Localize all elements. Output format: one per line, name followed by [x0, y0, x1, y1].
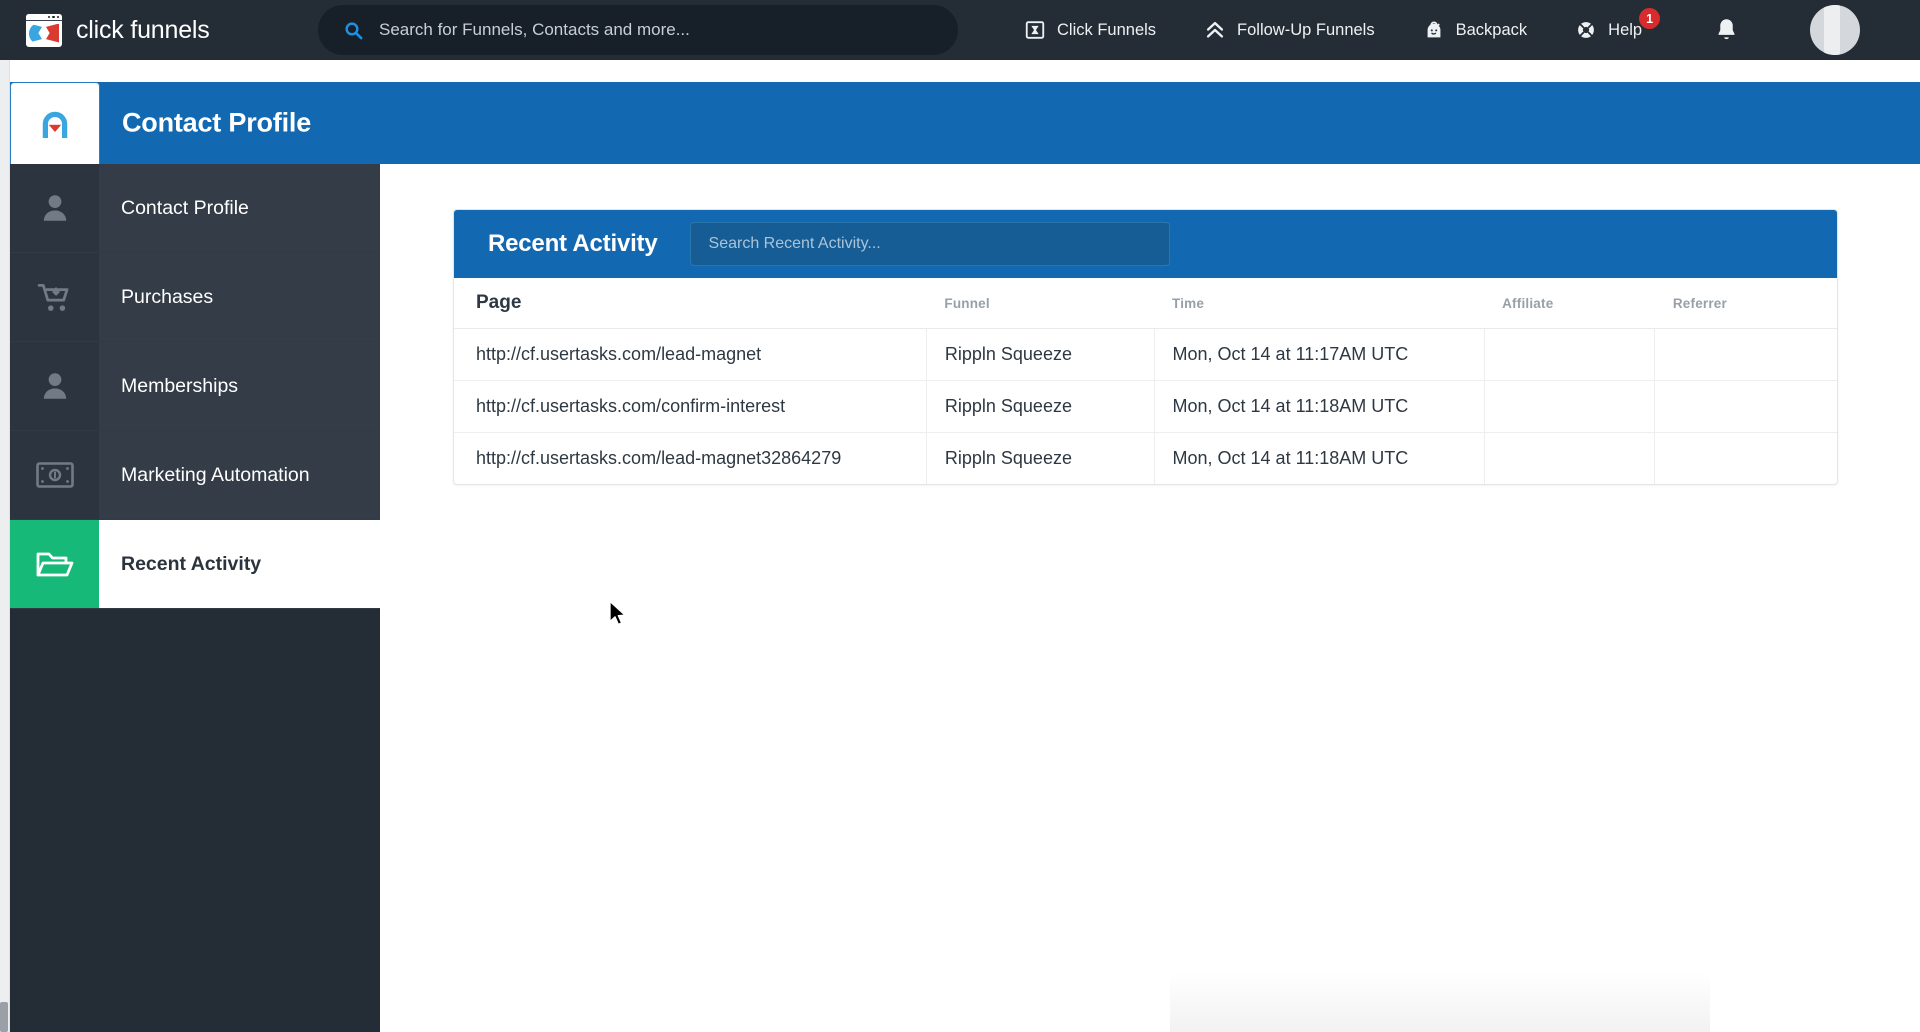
sidebar-item-label: Purchases [121, 285, 214, 308]
sidebar-icon-cell [10, 342, 99, 430]
help-notification-badge: 1 [1639, 8, 1661, 29]
cell-page: http://cf.usertasks.com/lead-magnet32864… [476, 448, 842, 468]
sidebar-icon-cell [10, 253, 99, 341]
sidebar-item-purchases[interactable]: Purchases [10, 253, 380, 342]
sidebar-item-label: Recent Activity [121, 552, 262, 575]
cell-page: http://cf.usertasks.com/lead-magnet [476, 344, 762, 364]
sidebar-item-label: Memberships [121, 374, 239, 397]
column-header-referrer[interactable]: Referrer [1654, 278, 1837, 329]
cell-funnel: Rippln Squeeze [925, 328, 1155, 381]
sidebar-item-label: Marketing Automation [121, 463, 310, 486]
topnav-item-backpack[interactable]: Backpack [1399, 0, 1552, 60]
column-header-time[interactable]: Time [1154, 278, 1485, 329]
cell-time: Mon, Oct 14 at 11:18AM UTC [1153, 380, 1485, 433]
column-header-affiliate[interactable]: Affiliate [1484, 278, 1655, 329]
notifications-button[interactable] [1700, 0, 1752, 60]
recent-activity-table: Page Funnel Time Affiliate Referrer http… [454, 278, 1837, 484]
table-row[interactable]: http://cf.usertasks.com/lead-magnet32864… [454, 432, 1837, 484]
page-header-band: Contact Profile [10, 82, 1920, 164]
page-scrollbar[interactable] [0, 60, 10, 1032]
contact-profile-logo-tile[interactable] [10, 82, 100, 164]
cell-affiliate [1483, 432, 1655, 484]
bell-icon [1717, 18, 1735, 39]
recent-activity-search-placeholder: Search Recent Activity... [708, 235, 881, 252]
table-row[interactable]: http://cf.usertasks.com/lead-magnet Ripp… [454, 328, 1837, 381]
recent-activity-search-input[interactable]: Search Recent Activity... [689, 222, 1170, 266]
cell-funnel: Rippln Squeeze [925, 380, 1155, 433]
topnav-label: Backpack [1455, 20, 1528, 39]
page-title: Contact Profile [122, 107, 312, 138]
topnav-label: Help [1608, 20, 1643, 39]
cell-referrer [1654, 380, 1837, 433]
person-icon [43, 373, 66, 399]
table-body: http://cf.usertasks.com/lead-magnet Ripp… [454, 328, 1837, 484]
sidebar-label-cell: Contact Profile [99, 164, 380, 252]
global-search-placeholder: Search for Funnels, Contacts and more... [379, 20, 690, 39]
cell-time: Mon, Oct 14 at 11:17AM UTC [1153, 328, 1485, 381]
user-avatar[interactable] [1810, 5, 1860, 55]
recent-activity-header: Recent Activity Search Recent Activity..… [454, 210, 1837, 278]
topnav-label: Click Funnels [1057, 20, 1157, 39]
sidebar-item-contact-profile[interactable]: Contact Profile [10, 164, 380, 253]
column-header-funnel[interactable]: Funnel [926, 278, 1155, 329]
cell-affiliate [1483, 380, 1655, 433]
clickfunnels-logo-icon [26, 13, 62, 47]
table-header: Page Funnel Time Affiliate Referrer [454, 278, 1837, 329]
sidebar-label-cell: Memberships [99, 342, 380, 430]
sidebar-icon-cell [10, 520, 99, 608]
top-navigation: Click Funnels Follow-Up Funnels Backpack… [1000, 0, 1666, 60]
double-chevron-up-icon [1206, 21, 1224, 38]
main-content: Recent Activity Search Recent Activity..… [380, 164, 1920, 1032]
scrollbar-thumb[interactable] [0, 1002, 8, 1032]
funnel-box-icon [1025, 21, 1045, 39]
open-folder-icon [36, 552, 73, 577]
topnav-item-follow-up-funnels[interactable]: Follow-Up Funnels [1180, 0, 1399, 60]
sidebar-label-cell: Recent Activity [99, 520, 380, 608]
topnav-item-help[interactable]: Help 1 [1551, 0, 1666, 60]
cell-time: Mon, Oct 14 at 11:18AM UTC [1153, 432, 1485, 484]
sidebar-icon-cell [10, 164, 99, 252]
bottom-panel-ghost [1170, 972, 1710, 1032]
lifebuoy-icon [1578, 22, 1595, 38]
brand[interactable]: click funnels [0, 13, 300, 47]
topnav-item-click-funnels[interactable]: Click Funnels [1000, 0, 1180, 60]
sidebar-item-memberships[interactable]: Memberships [10, 342, 380, 431]
sidebar-label-cell: Purchases [99, 253, 380, 341]
cell-affiliate [1483, 328, 1655, 381]
sidebar-label-cell: Marketing Automation [99, 431, 380, 519]
table-header-row: Page Funnel Time Affiliate Referrer [454, 278, 1837, 329]
global-search-input[interactable]: Search for Funnels, Contacts and more... [318, 5, 958, 55]
sidebar-item-marketing-automation[interactable]: Marketing Automation [10, 431, 380, 520]
topnav-label: Follow-Up Funnels [1237, 20, 1375, 39]
sidebar-item-recent-activity[interactable]: Recent Activity [10, 520, 380, 609]
recent-activity-title: Recent Activity [488, 230, 658, 257]
cell-referrer [1654, 328, 1837, 381]
sidebar-icon-cell [10, 431, 99, 519]
cell-referrer [1654, 432, 1837, 484]
search-icon [345, 21, 363, 39]
backpack-icon [1427, 21, 1441, 38]
shopping-cart-icon [37, 283, 68, 311]
brand-name: click funnels [76, 15, 210, 44]
person-icon [43, 195, 66, 221]
contact-profile-logo-icon [42, 111, 68, 138]
contact-sidebar: Contact Profile Purchases Memberships Ma… [10, 164, 380, 1032]
cell-page: http://cf.usertasks.com/confirm-interest [476, 396, 786, 416]
table-row[interactable]: http://cf.usertasks.com/confirm-interest… [454, 380, 1837, 433]
money-bill-icon [35, 462, 74, 488]
cell-funnel: Rippln Squeeze [925, 432, 1155, 484]
global-header: click funnels Search for Funnels, Contac… [0, 0, 1920, 60]
app-root: click funnels Search for Funnels, Contac… [0, 0, 1920, 1032]
column-header-page[interactable]: Page [454, 278, 927, 329]
sidebar-item-label: Contact Profile [121, 196, 249, 219]
recent-activity-card: Recent Activity Search Recent Activity..… [453, 209, 1838, 485]
